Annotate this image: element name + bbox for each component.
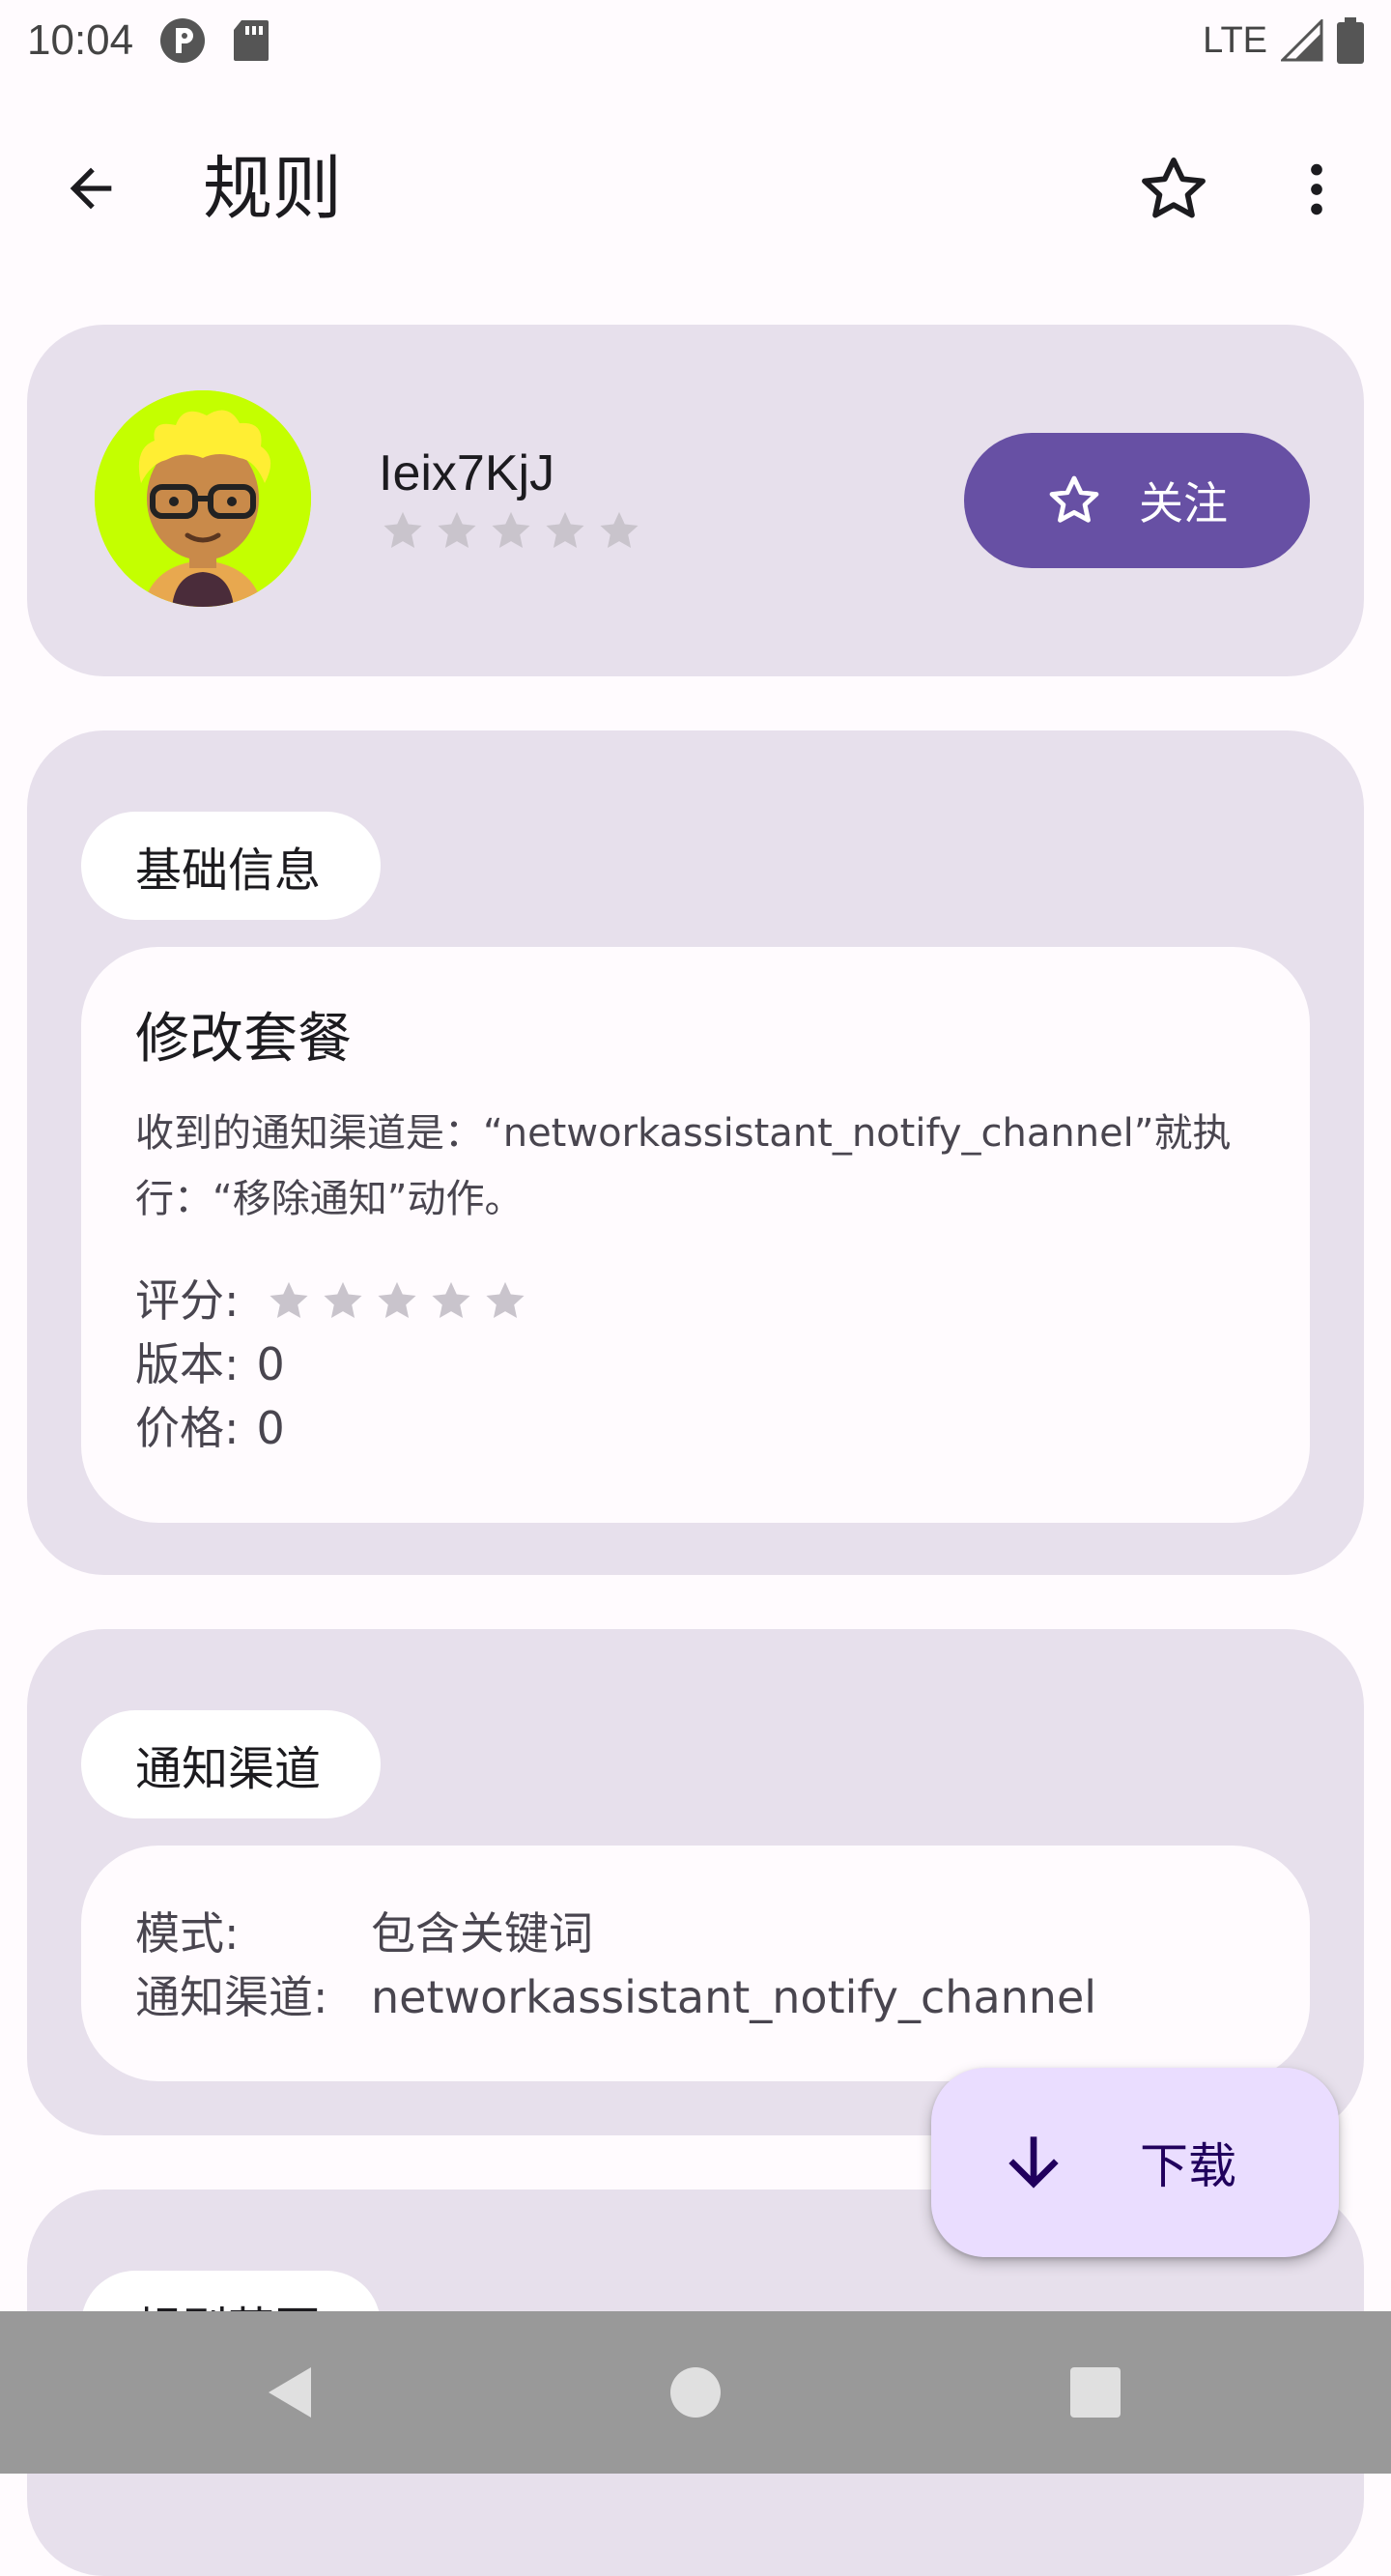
star-outline-icon (1049, 475, 1099, 523)
more-options-button[interactable] (1275, 148, 1358, 231)
star-icon (438, 511, 476, 549)
follow-label: 关注 (1139, 477, 1228, 530)
star-icon (269, 1281, 308, 1318)
network-type: LTE (1203, 19, 1267, 61)
status-right: LTE (1203, 17, 1364, 64)
avatar[interactable] (95, 390, 311, 607)
nav-recents-icon (1070, 2367, 1121, 2418)
version-value: 0 (256, 1337, 285, 1390)
arrow-back-icon (70, 167, 112, 210)
mode-value: 包含关键词 (371, 1907, 593, 1960)
nav-back-icon (269, 2367, 311, 2418)
star-icon (383, 511, 422, 549)
sd-card-icon (234, 20, 270, 61)
system-navigation-bar (0, 2311, 1391, 2474)
follow-button[interactable]: 关注 (964, 433, 1310, 568)
section-chip-basic-info: 基础信息 (81, 812, 381, 920)
channel-info-panel: 模式: 包含关键词 通知渠道: networkassistant_notify_… (81, 1846, 1310, 2081)
channel-row: 通知渠道: networkassistant_notify_channel (135, 1965, 1256, 2029)
download-label: 下载 (1140, 2138, 1236, 2194)
nav-recents-button[interactable] (1057, 2354, 1134, 2431)
price-row: 价格: 0 (135, 1396, 1256, 1460)
version-label: 版本: (135, 1337, 240, 1390)
author-rating (381, 508, 641, 553)
arrow-down-icon (1008, 2136, 1059, 2189)
star-icon (600, 511, 639, 549)
star-icon (485, 1281, 525, 1318)
notification-channel-card: 通知渠道 模式: 包含关键词 通知渠道: networkassistant_no… (27, 1629, 1364, 2135)
star-icon (431, 1281, 470, 1318)
rating-label: 评分: (135, 1274, 240, 1327)
channel-label: 通知渠道: (135, 1971, 328, 2023)
signal-icon (1281, 19, 1323, 62)
star-outline-icon (1142, 157, 1206, 218)
rule-rating (267, 1278, 527, 1323)
rule-description: 收到的通知渠道是：“networkassistant_notify_channe… (135, 1110, 1232, 1221)
star-icon (546, 511, 584, 549)
price-value: 0 (256, 1401, 285, 1454)
nav-back-button[interactable] (251, 2354, 328, 2431)
star-icon (323, 1281, 362, 1318)
status-bar: 10:04 LTE (0, 0, 1391, 81)
favorite-button[interactable] (1132, 148, 1215, 231)
status-left: 10:04 (27, 16, 270, 65)
rule-name: 修改套餐 (135, 1008, 352, 1071)
battery-icon (1337, 17, 1364, 64)
mode-row: 模式: 包含关键词 (135, 1902, 1256, 1965)
basic-info-card: 基础信息 修改套餐 收到的通知渠道是：“networkassistant_not… (27, 730, 1364, 1575)
author-name: Ieix7KjJ (379, 445, 555, 501)
version-row: 版本: 0 (135, 1332, 1256, 1396)
download-fab[interactable]: 下载 (931, 2068, 1339, 2257)
rating-row: 评分: (135, 1269, 1256, 1332)
avatar-image-icon (95, 390, 311, 607)
status-time: 10:04 (27, 16, 134, 64)
mode-label: 模式: (135, 1907, 240, 1960)
app-notification-icon (160, 18, 206, 63)
page-title: 规则 (203, 148, 343, 229)
top-app-bar: 规则 (0, 116, 1391, 261)
price-label: 价格: (135, 1401, 240, 1454)
star-icon (492, 511, 530, 549)
nav-home-button[interactable] (657, 2354, 734, 2431)
section-chip-channel: 通知渠道 (81, 1710, 381, 1818)
nav-home-icon (670, 2367, 721, 2418)
star-icon (377, 1281, 416, 1318)
rule-info-panel: 修改套餐 收到的通知渠道是：“networkassistant_notify_c… (81, 947, 1310, 1523)
channel-value: networkassistant_notify_channel (371, 1971, 1097, 2023)
back-button[interactable] (52, 150, 129, 227)
author-card: Ieix7KjJ 关注 (27, 325, 1364, 676)
more-vert-icon (1311, 163, 1322, 215)
